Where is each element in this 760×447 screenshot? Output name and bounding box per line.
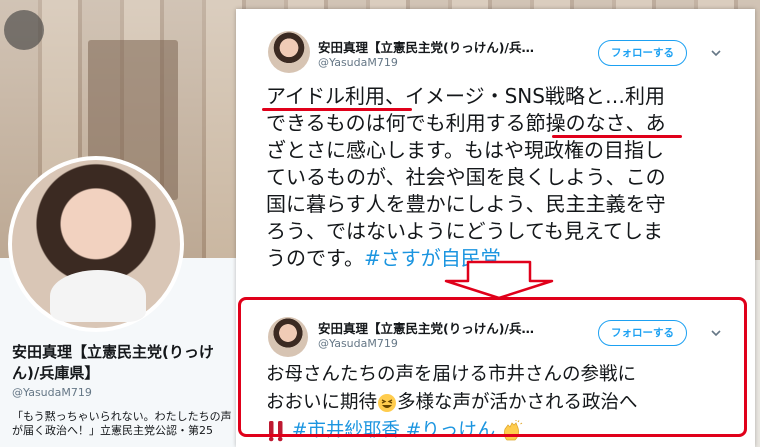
tweet-text-segment: うのです。 [266,246,364,270]
tweet-text-line: 国に暮らす人を豊かにしよう、民主主義を守 [266,192,666,216]
tweet-text-line: ざとさに感心します。もはや現政権の目指し [266,138,664,162]
tweet-avatar[interactable] [268,31,310,73]
avatar-detail [50,270,146,322]
banner-decoration [4,10,44,50]
profile-name: 安田真理【立憲民主党(りっけん)/兵庫県】 [12,343,214,382]
profile-handle: @YasudaM719 [12,386,92,399]
tweet-author-name[interactable]: 安田真理【立憲民主党(りっけん)/兵… [318,37,534,56]
hashtag-link[interactable]: #さすが自民党 [364,246,501,270]
chevron-down-icon[interactable] [710,48,722,58]
profile-bio: 「もう黙っちゃいられない。わたしたちの声が届く政治へ！」立憲民主党公認・第25 [12,410,232,437]
tweet-1: 安田真理【立憲民主党(りっけん)/兵… @YasudaM719 フォローする ア… [236,9,755,291]
follow-button[interactable]: フォローする [598,40,687,66]
tweet-text-line: できるものは何でも利用する節操のなさ、あ [266,111,666,135]
tweet-text-line: アイドル利用、イメージ・SNS戦略と…利用 [266,84,665,108]
tweet-author-handle[interactable]: @YasudaM719 [318,56,398,69]
tweet-text-line: ているものが、社会や国を良くしよう、この [266,165,666,189]
annotation-underline [552,135,682,138]
profile-avatar[interactable] [8,156,184,332]
annotation-underline [262,108,412,111]
annotation-highlight-box [238,297,747,437]
tweet-text-line: ろう、ではないようにどうしても見えてしま [266,219,663,243]
tweet-text: アイドル利用、イメージ・SNS戦略と…利用 できるものは何でも利用する節操のなさ… [266,83,746,272]
tweet-text-line: うのです。#さすが自民党 [266,245,746,272]
